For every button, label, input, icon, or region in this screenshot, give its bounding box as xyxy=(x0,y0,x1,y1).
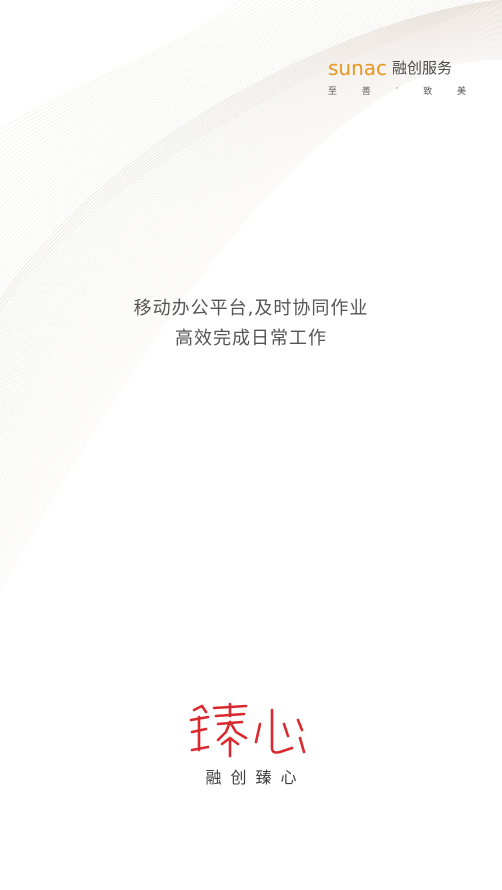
background-wave-line xyxy=(0,40,502,498)
brand-tagline: 至 善 · 致 美 xyxy=(328,84,466,97)
brand-tagline-char: 美 xyxy=(456,87,466,97)
background-wave-line xyxy=(0,44,502,515)
app-logo-mark xyxy=(189,702,306,758)
brand-tagline-char: 善 xyxy=(361,87,371,97)
background-wave-line xyxy=(0,39,502,494)
brand-name-cn: 融创服务 xyxy=(392,59,453,77)
background-wave-line xyxy=(0,45,502,523)
background-wave-line xyxy=(0,33,502,465)
slogan-line-2: 高效完成日常工作 xyxy=(175,328,327,349)
background-wave-line xyxy=(0,0,301,172)
background-wave-line xyxy=(0,0,429,260)
background-wave-line xyxy=(0,0,241,131)
slogan-line-1: 移动办公平台,及时协同作业 xyxy=(133,298,369,319)
background-wave-line xyxy=(0,43,502,511)
background-wave-line xyxy=(0,0,315,181)
brand-tagline-char: · xyxy=(395,84,399,94)
brand-tagline-char: 致 xyxy=(423,87,433,97)
background-wave-line xyxy=(0,0,254,140)
background-wave-line xyxy=(0,0,247,135)
brand-tagline-char: 至 xyxy=(328,87,338,97)
brand-logo-row: sunac 融创服务 xyxy=(328,56,466,80)
splash-screen: sunac 融创服务 至 善 · 致 美 移动办公平台,及时协同作业 高效完成日… xyxy=(0,0,502,890)
app-subtitle: 融创臻心 xyxy=(205,768,306,787)
brand-logo: sunac 融创服务 至 善 · 致 美 xyxy=(328,56,466,97)
background-wave-line xyxy=(0,34,502,469)
background-wave-line xyxy=(0,37,502,481)
background-wave-line xyxy=(0,0,308,177)
brand-name-en: sunac xyxy=(328,56,388,80)
background-wave-line xyxy=(0,0,368,218)
background-wave-line xyxy=(0,3,502,317)
background-wave-line xyxy=(0,0,382,228)
background-wave-line xyxy=(0,1,502,309)
background-wave-line xyxy=(0,38,502,486)
